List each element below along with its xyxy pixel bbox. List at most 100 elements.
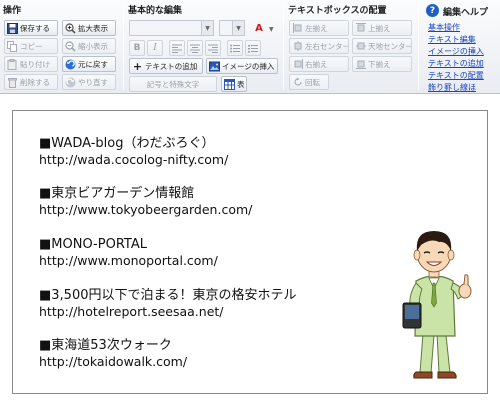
symbols-button[interactable]: 記号と特殊文字 (129, 76, 217, 92)
undo-label: 元に戻す (78, 59, 108, 69)
table-icon (224, 78, 235, 90)
character-illustration[interactable] (389, 221, 481, 381)
zoom-out-icon (65, 40, 76, 52)
insert-image-label: イメージの挿入 (222, 61, 275, 71)
delete-icon (7, 77, 18, 88)
edit-help-section: ? 編集ヘルプ 基本操作 テキスト編集 イメージの挿入 テキストの追加 テキスト… (420, 0, 500, 94)
horizontal-center-icon (292, 41, 303, 52)
numbered-list-button[interactable] (245, 40, 261, 56)
entry-url: http://www.monoportal.com/ (39, 253, 218, 268)
bold-label: B (133, 43, 141, 53)
entry-title: ■WADA-blog（わだぶろぐ） (39, 136, 215, 151)
entry-title: ■東海道53次ウォーク (39, 338, 172, 353)
align-right-box-label: 右揃え (305, 59, 328, 69)
chevron-down-icon: ▼ (201, 21, 213, 35)
italic-label: I (153, 43, 157, 53)
editor-toolbar: 操作 保存する 拡大表示 コピー 縮小表示 貼り付け 元に戻す 削除する やり直… (0, 0, 500, 94)
align-top-icon (355, 23, 366, 34)
help-link-decoration[interactable]: 飾り罫し線ほ (428, 82, 476, 93)
paste-button[interactable]: 貼り付け (4, 56, 58, 72)
help-link-insert-image[interactable]: イメージの挿入 (428, 46, 484, 57)
font-size-select[interactable]: ▼ (219, 20, 245, 36)
bold-button[interactable]: B (129, 40, 145, 56)
chevron-down-icon: ▼ (232, 21, 244, 35)
insert-image-button[interactable]: イメージの挿入 (206, 58, 278, 74)
copy-label: コピー (20, 41, 43, 51)
top-bottom-center-button[interactable]: 天地センター (352, 38, 412, 54)
zoom-out-label: 縮小表示 (78, 41, 108, 51)
symbols-label: 記号と特殊文字 (146, 79, 200, 89)
delete-button[interactable]: 削除する (4, 74, 58, 90)
table-label: 表 (237, 79, 245, 89)
text-block[interactable]: ■3,500円以下で泊まる！東京の格安ホテル http://hotelrepor… (39, 288, 369, 320)
divider (123, 2, 124, 90)
align-right-icon (292, 59, 303, 70)
edit-help-title: 編集ヘルプ (443, 8, 489, 18)
align-left-icon (292, 23, 303, 34)
image-icon (209, 61, 220, 72)
align-right-button[interactable] (205, 40, 221, 56)
zoom-out-button[interactable]: 縮小表示 (62, 38, 116, 54)
text-block[interactable]: ■WADA-blog（わだぶろぐ） http://wada.cocolog-ni… (39, 136, 369, 168)
save-button[interactable]: 保存する (4, 20, 58, 36)
basic-edit-section: 基本的な編集 ▼ ▼ A ▼ B I + テキストの追加 イメージの挿入 記号と… (125, 0, 283, 94)
help-link-basic-operation[interactable]: 基本操作 (428, 22, 460, 33)
copy-button[interactable]: コピー (4, 38, 58, 54)
align-center-button[interactable] (187, 40, 203, 56)
help-link-text-edit[interactable]: テキスト編集 (428, 34, 476, 45)
font-color-icon: A (255, 22, 263, 34)
text-block[interactable]: ■東海道53次ウォーク http://tokaidowalk.com/ (39, 338, 369, 370)
vertical-center-icon (355, 41, 366, 52)
entry-title: ■3,500円以下で泊まる！東京の格安ホテル (39, 288, 297, 303)
align-top-box-label: 上揃え (368, 23, 391, 33)
align-left-box-button[interactable]: 左揃え (289, 20, 349, 36)
align-left-button[interactable] (169, 40, 185, 56)
help-icon[interactable]: ? (426, 4, 439, 17)
basic-edit-section-title: 基本的な編集 (128, 6, 183, 16)
align-bottom-box-button[interactable]: 下揃え (352, 56, 412, 72)
font-color-button[interactable]: A (249, 20, 269, 36)
align-center-icon (190, 44, 200, 53)
align-right-box-button[interactable]: 右揃え (289, 56, 349, 72)
entry-title: ■MONO-PORTAL (39, 237, 147, 252)
bullet-list-button[interactable] (227, 40, 243, 56)
help-link-add-text[interactable]: テキストの追加 (428, 58, 484, 69)
align-top-box-button[interactable]: 上揃え (352, 20, 412, 36)
zoom-in-button[interactable]: 拡大表示 (62, 20, 116, 36)
rotate-button[interactable]: 回転 (289, 74, 329, 90)
paste-icon (7, 58, 18, 70)
italic-button[interactable]: I (147, 40, 163, 56)
bullet-list-icon (230, 44, 240, 52)
redo-icon (65, 77, 76, 88)
undo-icon (65, 59, 76, 70)
text-block[interactable]: ■MONO-PORTAL http://www.monoportal.com/ (39, 237, 369, 269)
left-right-center-button[interactable]: 左右センター (289, 38, 349, 54)
redo-button[interactable]: やり直す (62, 74, 116, 90)
add-text-button[interactable]: + テキストの追加 (129, 58, 203, 74)
table-button[interactable]: 表 (221, 76, 247, 92)
entry-url: http://hotelreport.seesaa.net/ (39, 304, 224, 319)
top-bottom-center-label: 天地センター (368, 41, 412, 51)
align-right-icon (208, 44, 218, 53)
entry-url: http://tokaidowalk.com/ (39, 354, 188, 369)
zoom-in-label: 拡大表示 (78, 23, 108, 33)
rotate-icon (292, 77, 303, 88)
help-link-text-layout[interactable]: テキストの配置 (428, 70, 484, 81)
rotate-label: 回転 (305, 77, 320, 87)
undo-button[interactable]: 元に戻す (62, 56, 116, 72)
paste-label: 貼り付け (20, 59, 50, 69)
entry-url: http://wada.cocolog-nifty.com/ (39, 152, 229, 167)
textbox-layout-section-title: テキストボックスの配置 (288, 6, 387, 16)
align-bottom-icon (355, 59, 366, 70)
entry-title: ■東京ビアガーデン情報館 (39, 186, 195, 201)
text-block[interactable]: ■東京ビアガーデン情報館 http://www.tokyobeergarden.… (39, 186, 369, 218)
editor-canvas[interactable]: ■WADA-blog（わだぶろぐ） http://wada.cocolog-ni… (12, 110, 488, 394)
left-right-center-label: 左右センター (305, 41, 349, 51)
delete-label: 削除する (20, 77, 50, 87)
chevron-down-icon[interactable]: ▼ (269, 26, 274, 33)
redo-label: やり直す (78, 77, 108, 87)
numbered-list-icon (248, 44, 258, 52)
align-left-icon (172, 44, 182, 53)
zoom-in-icon (65, 22, 76, 34)
font-family-select[interactable]: ▼ (129, 20, 214, 36)
